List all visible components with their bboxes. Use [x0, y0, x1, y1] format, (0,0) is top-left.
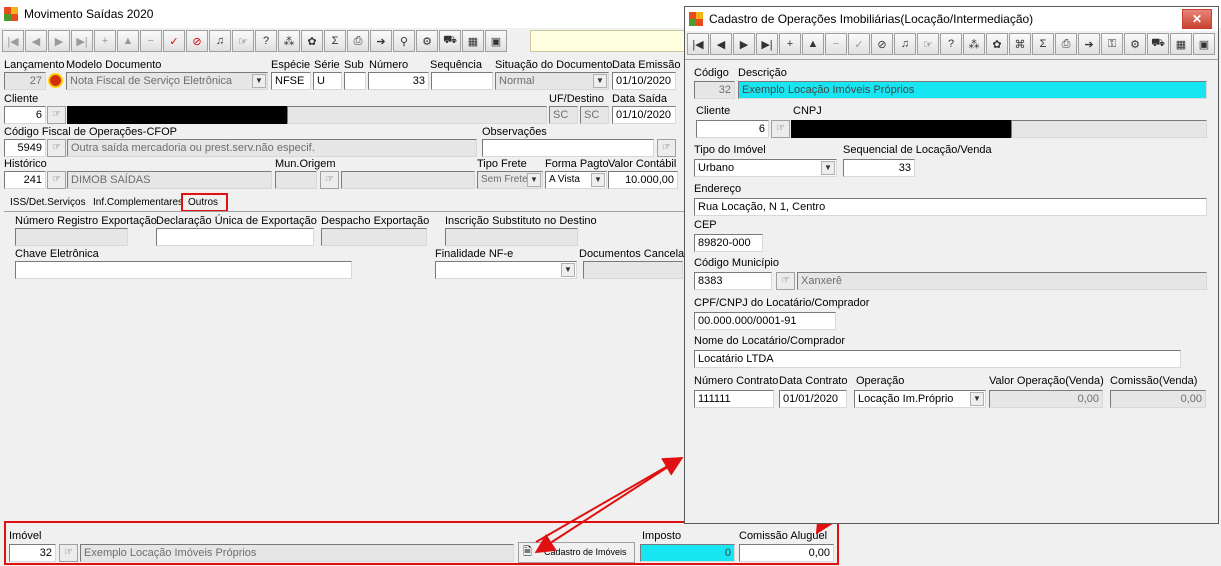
valor-operacao-field[interactable]: 0,00	[989, 390, 1103, 408]
stop-icon[interactable]: ▣	[1193, 33, 1215, 55]
next-record-icon[interactable]: ▶	[733, 33, 755, 55]
operacao-label: Operação	[856, 375, 905, 387]
data-contrato-label: Data Contrato	[779, 375, 848, 387]
tree-icon[interactable]: ✿	[986, 33, 1008, 55]
sum-icon[interactable]: Σ	[1032, 33, 1054, 55]
cnpj-redacted	[791, 120, 1011, 138]
network-icon[interactable]: ⌘	[1009, 33, 1031, 55]
tipo-imovel-value: Urbano	[698, 162, 735, 174]
dialog-titlebar: Cadastro de Operações Imobiliárias(Locaç…	[685, 7, 1218, 31]
up-icon[interactable]: ▲	[802, 33, 824, 55]
sequencial-field[interactable]: 33	[843, 159, 915, 177]
comissao-venda-field[interactable]: 0,00	[1110, 390, 1206, 408]
arrow-to-dialog	[535, 457, 684, 543]
nome-field[interactable]: Locatário LTDA	[694, 350, 1181, 368]
calendar-icon[interactable]: ▦	[1170, 33, 1192, 55]
comissao-venda-label: Comissão(Venda)	[1110, 375, 1198, 387]
print-icon[interactable]: ⎙	[1055, 33, 1077, 55]
dialog-separator	[685, 59, 1218, 60]
first-record-icon[interactable]: |◀	[687, 33, 709, 55]
hand-icon[interactable]: ☞	[917, 33, 939, 55]
lookup-hand-icon[interactable]: ☞	[776, 272, 795, 290]
endereco-field[interactable]: Rua Locação, N 1, Centro	[694, 198, 1207, 216]
dialog-window: Cadastro de Operações Imobiliárias(Locaç…	[684, 6, 1219, 524]
cnpj-label: CNPJ	[793, 105, 822, 117]
add-icon[interactable]: +	[779, 33, 801, 55]
operacao-value: Locação Im.Próprio	[858, 393, 954, 405]
data-contrato-field[interactable]: 01/01/2020	[779, 390, 847, 408]
cep-field[interactable]: 89820-000	[694, 234, 763, 252]
dialog-cliente-label: Cliente	[696, 105, 731, 117]
descricao-label: Descrição	[738, 67, 787, 79]
num-contrato-label: Número Contrato	[694, 375, 779, 387]
tipo-imovel-field[interactable]: Urbano ▼	[694, 159, 837, 177]
dialog-title: Cadastro de Operações Imobiliárias(Locaç…	[709, 12, 1034, 26]
cep-label: CEP	[694, 219, 717, 231]
arrow-to-cadastro	[534, 458, 681, 554]
tools-icon[interactable]: ⚙	[1124, 33, 1146, 55]
key-icon[interactable]: ⚿	[1101, 33, 1123, 55]
last-record-icon[interactable]: ▶|	[756, 33, 778, 55]
valor-operacao-label: Valor Operação(Venda)	[989, 375, 1104, 387]
car-icon[interactable]: ⛟	[1147, 33, 1169, 55]
cpf-cnpj-field[interactable]: 00.000.000/0001-91	[694, 312, 836, 330]
bell-icon[interactable]: ♫	[894, 33, 916, 55]
dialog-toolbar: |◀ ◀ ▶ ▶| + ▲ − ✓ ⊘ ♫ ☞ ? ⁂ ✿ ⌘ Σ ⎙ ➔ ⚿ …	[687, 33, 1215, 57]
nome-label: Nome do Locatário/Comprador	[694, 335, 846, 347]
minus-icon[interactable]: −	[825, 33, 847, 55]
export-icon[interactable]: ➔	[1078, 33, 1100, 55]
prev-record-icon[interactable]: ◀	[710, 33, 732, 55]
tipo-imovel-label: Tipo do Imóvel	[694, 144, 766, 156]
confirm-icon[interactable]: ✓	[848, 33, 870, 55]
chevron-down-icon[interactable]: ▼	[821, 161, 835, 175]
help-icon[interactable]: ?	[940, 33, 962, 55]
descricao-field[interactable]: Exemplo Locação Imóveis Próprios	[738, 81, 1207, 99]
close-icon[interactable]: ✕	[1182, 9, 1212, 29]
cnpj-field	[1011, 120, 1207, 138]
dialog-cliente-field[interactable]: 6	[696, 120, 769, 138]
num-contrato-field[interactable]: 111111	[694, 390, 774, 408]
lookup-hand-icon[interactable]: ☞	[771, 120, 790, 138]
endereco-label: Endereço	[694, 183, 742, 195]
municipio-name-field: Xanxerê	[797, 272, 1207, 290]
cpf-cnpj-label: CPF/CNPJ do Locatário/Comprador	[694, 297, 870, 309]
sequencial-label: Sequencial de Locação/Venda	[843, 144, 992, 156]
chevron-down-icon[interactable]: ▼	[970, 392, 984, 406]
cancel-icon[interactable]: ⊘	[871, 33, 893, 55]
app-icon	[689, 12, 703, 26]
cod-municipio-field[interactable]: 8383	[694, 272, 772, 290]
codigo-label: Código	[694, 67, 729, 79]
cod-municipio-label: Código Município	[694, 257, 779, 269]
operacao-field[interactable]: Locação Im.Próprio ▼	[854, 390, 986, 408]
codigo-field[interactable]: 32	[694, 81, 735, 99]
grid-icon[interactable]: ⁂	[963, 33, 985, 55]
